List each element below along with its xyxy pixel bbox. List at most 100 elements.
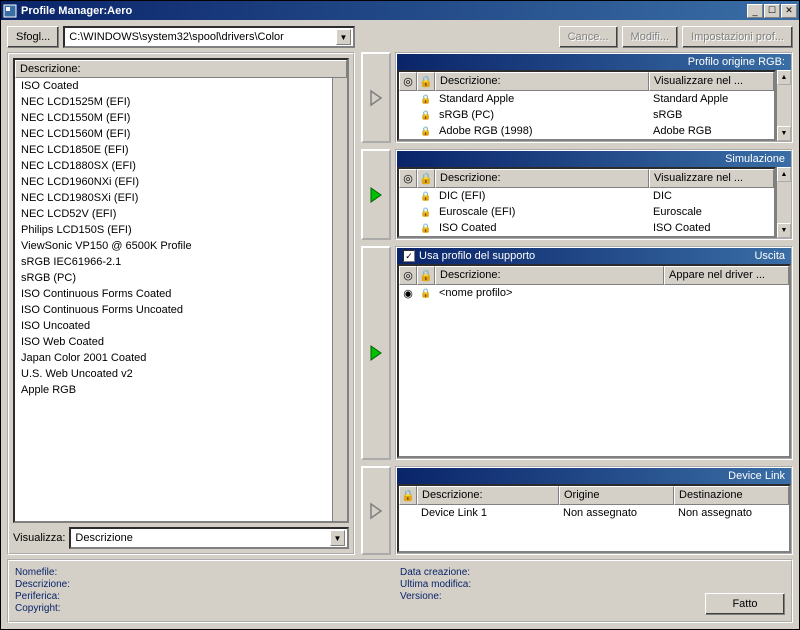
table-row[interactable]: 🔒ISO CoatedISO Coated (399, 220, 774, 236)
table-row[interactable]: 🔒sRGB (PC)sRGB (399, 107, 774, 123)
chevron-down-icon[interactable]: ▼ (336, 29, 351, 45)
path-combo[interactable]: C:\WINDOWS\system32\spool\drivers\Color … (63, 26, 355, 48)
list-item[interactable]: NEC LCD1550M (EFI) (15, 110, 347, 126)
list-item[interactable]: NEC LCD1850E (EFI) (15, 142, 347, 158)
col-origin[interactable]: Origine (559, 486, 674, 505)
cell-display: Euroscale (649, 204, 774, 220)
list-item[interactable]: Japan Color 2001 Coated (15, 350, 347, 366)
table-row[interactable]: Device Link 1Non assegnatoNon assegnato (399, 505, 789, 521)
left-pane: Descrizione: ISO CoatedNEC LCD1525M (EFI… (7, 52, 355, 555)
list-item[interactable]: NEC LCD52V (EFI) (15, 206, 347, 222)
col-description[interactable]: Descrizione: (435, 266, 664, 285)
cell-description: ISO Coated (435, 220, 649, 236)
window-title: Profile Manager:Aero (21, 5, 747, 17)
radio-icon[interactable] (399, 188, 417, 204)
cell-description: Device Link 1 (417, 505, 559, 521)
radio-col-icon[interactable]: ◎ (399, 72, 417, 91)
lock-icon (399, 505, 417, 521)
minimize-button[interactable]: _ (747, 4, 763, 18)
window: Profile Manager:Aero _ ☐ ✕ Sfogl... C:\W… (0, 0, 800, 630)
devicelink-panel: Device Link 🔒 Descrizione: Origine Desti… (395, 466, 793, 555)
cancel-button[interactable]: Cance... (559, 26, 618, 48)
cell-display: ISO Coated (649, 220, 774, 236)
meta-modified: Ultima modifica: (400, 579, 705, 590)
list-item[interactable]: NEC LCD1960NXi (EFI) (15, 174, 347, 190)
list-item[interactable]: Apple RGB (15, 382, 347, 398)
list-item[interactable]: NEC LCD1525M (EFI) (15, 94, 347, 110)
cell-display: Adobe RGB (649, 123, 774, 139)
output-panel: ✓ Usa profilo del supporto Uscita ◎ 🔒 De… (395, 246, 793, 460)
radio-icon[interactable] (399, 220, 417, 236)
use-support-profile-checkbox[interactable]: ✓ (403, 250, 415, 262)
table-row[interactable]: 🔒Standard AppleStandard Apple (399, 91, 774, 107)
lock-icon: 🔒 (417, 91, 435, 107)
list-item[interactable]: ViewSonic VP150 @ 6500K Profile (15, 238, 347, 254)
radio-icon[interactable] (399, 123, 417, 139)
cell-description: Standard Apple (435, 91, 649, 107)
lock-icon: 🔒 (417, 188, 435, 204)
close-button[interactable]: ✕ (781, 4, 797, 18)
profile-settings-button[interactable]: Impostazioni prof... (682, 26, 793, 48)
panel-title-text: Uscita (754, 250, 785, 262)
list-header[interactable]: Descrizione: (15, 60, 347, 78)
list-item[interactable]: NEC LCD1560M (EFI) (15, 126, 347, 142)
visualize-combo[interactable]: Descrizione ▼ (69, 527, 349, 549)
table-row[interactable]: ◉🔒<nome profilo> (399, 285, 789, 302)
list-body[interactable]: ISO CoatedNEC LCD1525M (EFI)NEC LCD1550M… (15, 78, 347, 521)
meta-description: Descrizione: (15, 579, 400, 590)
col-driver[interactable]: Appare nel driver ... (664, 266, 789, 285)
lock-col-icon[interactable]: 🔒 (399, 486, 417, 505)
lock-col-icon[interactable]: 🔒 (417, 169, 435, 188)
lock-icon: 🔒 (417, 204, 435, 220)
panel-title-devicelink: Device Link (397, 468, 791, 484)
simulation-panel: Simulazione ◎ 🔒 Descrizione: Visualizzar… (395, 149, 793, 240)
assign-sim-button[interactable] (361, 149, 391, 240)
cell-description: Adobe RGB (1998) (435, 123, 649, 139)
list-item[interactable]: U.S. Web Uncoated v2 (15, 366, 347, 382)
list-item[interactable]: Philips LCD150S (EFI) (15, 222, 347, 238)
lock-col-icon[interactable]: 🔒 (417, 266, 435, 285)
list-item[interactable]: sRGB (PC) (15, 270, 347, 286)
radio-icon[interactable] (399, 204, 417, 220)
modify-button[interactable]: Modifi... (622, 26, 679, 48)
assign-output-button[interactable] (361, 246, 391, 460)
table-row[interactable]: 🔒Euroscale (EFI)Euroscale (399, 204, 774, 220)
list-item[interactable]: NEC LCD1880SX (EFI) (15, 158, 347, 174)
list-item[interactable]: ISO Web Coated (15, 334, 347, 350)
radio-col-icon[interactable]: ◎ (399, 169, 417, 188)
col-description[interactable]: Descrizione: (435, 169, 649, 188)
titlebar: Profile Manager:Aero _ ☐ ✕ (1, 1, 799, 20)
col-display[interactable]: Visualizzare nel ... (649, 72, 774, 91)
table-row[interactable]: 🔒Adobe RGB (1998)Adobe RGB (399, 123, 774, 139)
table-row[interactable]: 🔒DIC (EFI)DIC (399, 188, 774, 204)
cell-display: sRGB (649, 107, 774, 123)
col-dest[interactable]: Destinazione (674, 486, 789, 505)
col-description[interactable]: Descrizione: (417, 486, 559, 505)
radio-col-icon[interactable]: ◎ (399, 266, 417, 285)
visualize-value: Descrizione (73, 532, 330, 544)
assign-rgb-button[interactable] (361, 52, 391, 143)
list-item[interactable]: ISO Continuous Forms Coated (15, 286, 347, 302)
scrollbar[interactable] (332, 78, 347, 521)
list-item[interactable]: sRGB IEC61966-2.1 (15, 254, 347, 270)
chevron-down-icon[interactable]: ▼ (330, 530, 345, 546)
right-pane: Profilo origine RGB: ◎ 🔒 Descrizione: Vi… (361, 52, 793, 555)
col-display[interactable]: Visualizzare nel ... (649, 169, 774, 188)
radio-icon[interactable] (399, 91, 417, 107)
radio-icon[interactable] (399, 107, 417, 123)
cell-description: DIC (EFI) (435, 188, 649, 204)
scrollbar[interactable]: ▲▼ (776, 167, 791, 238)
assign-devicelink-button[interactable] (361, 466, 391, 555)
col-description[interactable]: Descrizione: (435, 72, 649, 91)
browse-button[interactable]: Sfogl... (7, 26, 59, 48)
radio-icon[interactable]: ◉ (399, 285, 417, 302)
lock-col-icon[interactable]: 🔒 (417, 72, 435, 91)
cell-display: Standard Apple (649, 91, 774, 107)
list-item[interactable]: ISO Continuous Forms Uncoated (15, 302, 347, 318)
list-item[interactable]: ISO Coated (15, 78, 347, 94)
maximize-button[interactable]: ☐ (764, 4, 780, 18)
scrollbar[interactable]: ▲▼ (776, 70, 791, 141)
list-item[interactable]: ISO Uncoated (15, 318, 347, 334)
list-item[interactable]: NEC LCD1980SXi (EFI) (15, 190, 347, 206)
done-button[interactable]: Fatto (705, 593, 785, 615)
